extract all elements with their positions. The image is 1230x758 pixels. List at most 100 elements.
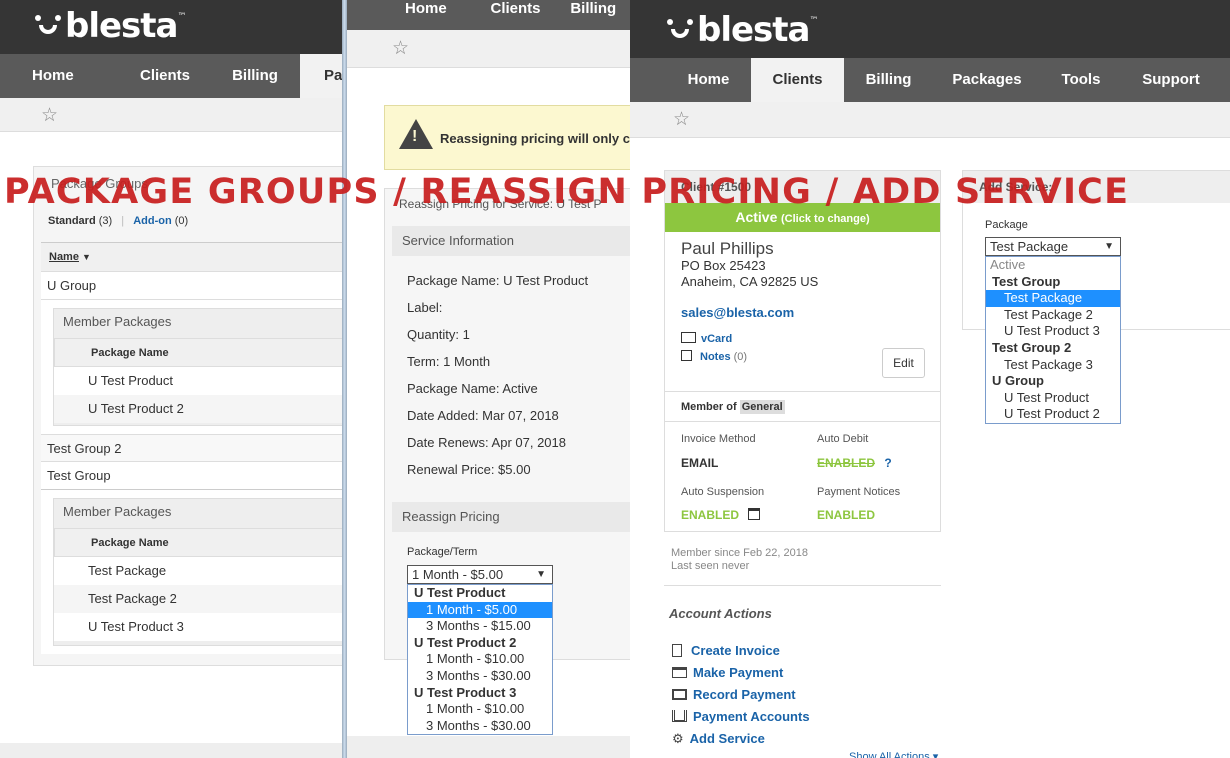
nav-clients[interactable]: Clients bbox=[120, 54, 210, 98]
last-seen: Last seen never bbox=[671, 560, 750, 572]
shortcut-bar: ☆ bbox=[0, 98, 345, 132]
make-payment-link[interactable]: Make Payment bbox=[672, 662, 810, 684]
dropdown-arrow-icon: ▼ bbox=[1104, 241, 1114, 252]
blesta-logo[interactable]: blesta™ bbox=[33, 6, 187, 46]
create-invoice-link[interactable]: Create Invoice bbox=[672, 640, 810, 662]
list-item: Test Package 2 bbox=[54, 585, 345, 613]
dropdown-arrow-icon: ▼ bbox=[536, 569, 546, 580]
nav-billing[interactable]: Billing bbox=[570, 0, 630, 30]
option-item[interactable]: U Test Product 2 bbox=[986, 406, 1120, 423]
footer-strip bbox=[0, 743, 345, 758]
help-icon[interactable]: ? bbox=[884, 456, 891, 470]
auto-debit-value[interactable]: ENABLED ? bbox=[817, 456, 892, 470]
tab-addon[interactable]: Add-on bbox=[133, 215, 171, 227]
sort-name[interactable]: Name bbox=[49, 251, 79, 263]
group-type-tabs: Standard (3) | Add-on (0) bbox=[48, 215, 188, 227]
edit-button[interactable]: Edit bbox=[882, 348, 925, 378]
tab-standard-count: (3) bbox=[98, 215, 113, 227]
info-quantity: Quantity: 1 bbox=[407, 327, 470, 342]
vcard-icon bbox=[681, 332, 696, 343]
header-bar: blesta™ bbox=[630, 0, 1230, 58]
package-term-label: Package/Term bbox=[407, 546, 478, 558]
option-item[interactable]: U Test Product 3 bbox=[986, 323, 1120, 340]
actions-divider bbox=[664, 585, 941, 586]
group-badge: General bbox=[739, 400, 785, 414]
option-item[interactable]: Test Package bbox=[986, 290, 1120, 307]
star-icon[interactable]: ☆ bbox=[41, 104, 58, 127]
service-info-header: Service Information bbox=[392, 226, 630, 256]
star-icon[interactable]: ☆ bbox=[673, 108, 690, 131]
optgroup-label: U Group bbox=[992, 373, 1044, 389]
show-all-actions[interactable]: Show All Actions ▾ bbox=[849, 750, 938, 758]
client-name: Paul Phillips bbox=[681, 239, 774, 258]
client-email[interactable]: sales@blesta.com bbox=[681, 305, 794, 320]
package-term-select[interactable]: 1 Month - $5.00 ▼ bbox=[407, 565, 553, 584]
calendar-icon[interactable] bbox=[748, 508, 761, 520]
document-icon bbox=[672, 644, 682, 657]
payment-accounts-link[interactable]: Payment Accounts bbox=[672, 706, 810, 728]
nav-clients[interactable]: Clients bbox=[481, 0, 551, 30]
vcard-link[interactable]: vCard bbox=[681, 332, 732, 345]
optgroup-label: U Test Product 3 bbox=[414, 684, 517, 700]
option-item[interactable]: Test Package 3 bbox=[986, 357, 1120, 374]
client-address-1: PO Box 25423 bbox=[681, 258, 766, 273]
option-item[interactable]: 1 Month - $10.00 bbox=[408, 701, 552, 718]
invoice-method-value: EMAIL bbox=[681, 456, 719, 470]
alert-text: Reassigning pricing will only cl bbox=[440, 131, 630, 146]
member-packages-title: Member Packages bbox=[63, 504, 172, 519]
option-item[interactable]: 1 Month - $5.00 bbox=[408, 601, 552, 619]
list-item: U Test Product 3 bbox=[88, 619, 184, 634]
nav-billing[interactable]: Billing bbox=[844, 58, 933, 102]
star-icon[interactable]: ☆ bbox=[392, 37, 409, 60]
package-select[interactable]: Test Package ▼ bbox=[985, 237, 1121, 256]
table-row[interactable]: U Group bbox=[41, 272, 345, 300]
tab-separator: | bbox=[121, 215, 125, 227]
tab-standard[interactable]: Standard bbox=[48, 215, 96, 227]
nav-packages[interactable]: Packages bbox=[933, 58, 1041, 102]
header-bar: blesta™ bbox=[0, 0, 345, 54]
nav-clients[interactable]: Clients bbox=[751, 58, 844, 102]
main-nav: Home Clients Billing Pa bbox=[0, 54, 345, 98]
table-row[interactable]: Test Group bbox=[41, 462, 345, 490]
reassign-pricing-window: Home Clients Billing ☆ ! Reassigning pri… bbox=[347, 0, 630, 758]
option-item[interactable]: 1 Month - $10.00 bbox=[408, 651, 552, 668]
member-table-header: Package Name bbox=[54, 528, 345, 557]
table-header: Name ▼ bbox=[41, 243, 345, 272]
notes-link[interactable]: Notes (0) bbox=[681, 350, 747, 363]
member-since: Member since Feb 22, 2018 bbox=[671, 547, 808, 559]
footer-strip bbox=[347, 736, 630, 758]
logo-smile-icon bbox=[33, 13, 63, 39]
nav-packages[interactable]: Pa bbox=[300, 54, 345, 98]
option-item[interactable]: U Test Product bbox=[986, 390, 1120, 407]
nav-home[interactable]: Home bbox=[397, 0, 455, 30]
nav-billing[interactable]: Billing bbox=[210, 54, 300, 98]
sort-desc-icon: ▼ bbox=[82, 252, 91, 262]
option-item[interactable]: Test Package 2 bbox=[986, 307, 1120, 324]
option-item[interactable]: 3 Months - $15.00 bbox=[408, 618, 552, 635]
add-service-link[interactable]: ⚙ Add Service bbox=[672, 728, 810, 750]
record-payment-link[interactable]: Record Payment bbox=[672, 684, 810, 706]
main-nav: Home Clients Billing bbox=[347, 0, 630, 30]
invoice-method-label: Invoice Method bbox=[681, 433, 756, 445]
nav-home[interactable]: Home bbox=[0, 54, 120, 98]
payment-notices-label: Payment Notices bbox=[817, 486, 901, 498]
alert-box: ! Reassigning pricing will only cl bbox=[384, 105, 630, 170]
nav-tools[interactable]: Tools bbox=[1041, 58, 1121, 102]
account-actions-title: Account Actions bbox=[669, 606, 772, 621]
package-groups-box: Package Groups Standard (3) | Add-on (0)… bbox=[33, 166, 345, 666]
option-item[interactable]: 3 Months - $30.00 bbox=[408, 668, 552, 685]
package-options: Active Test Group Test Package Test Pack… bbox=[985, 256, 1121, 424]
member-of-row: Member of General bbox=[665, 391, 940, 422]
overlay-caption: PACKAGE GROUPS / REASSIGN PRICING / ADD … bbox=[4, 172, 1130, 212]
nav-support[interactable]: Support bbox=[1121, 58, 1221, 102]
table-row[interactable]: Test Group 2 bbox=[41, 434, 345, 462]
member-table: Package Name Test Package Test Package 2… bbox=[54, 528, 345, 641]
list-item: Test Package bbox=[88, 563, 167, 578]
option-item[interactable]: 3 Months - $30.00 bbox=[408, 718, 552, 735]
auto-suspension-value[interactable]: ENABLED bbox=[681, 508, 761, 522]
gear-icon: ⚙ bbox=[672, 731, 684, 746]
nav-home[interactable]: Home bbox=[630, 58, 751, 102]
blesta-logo[interactable]: blesta™ bbox=[665, 10, 819, 50]
option-disabled: Active bbox=[990, 257, 1026, 272]
bank-icon bbox=[672, 710, 687, 722]
